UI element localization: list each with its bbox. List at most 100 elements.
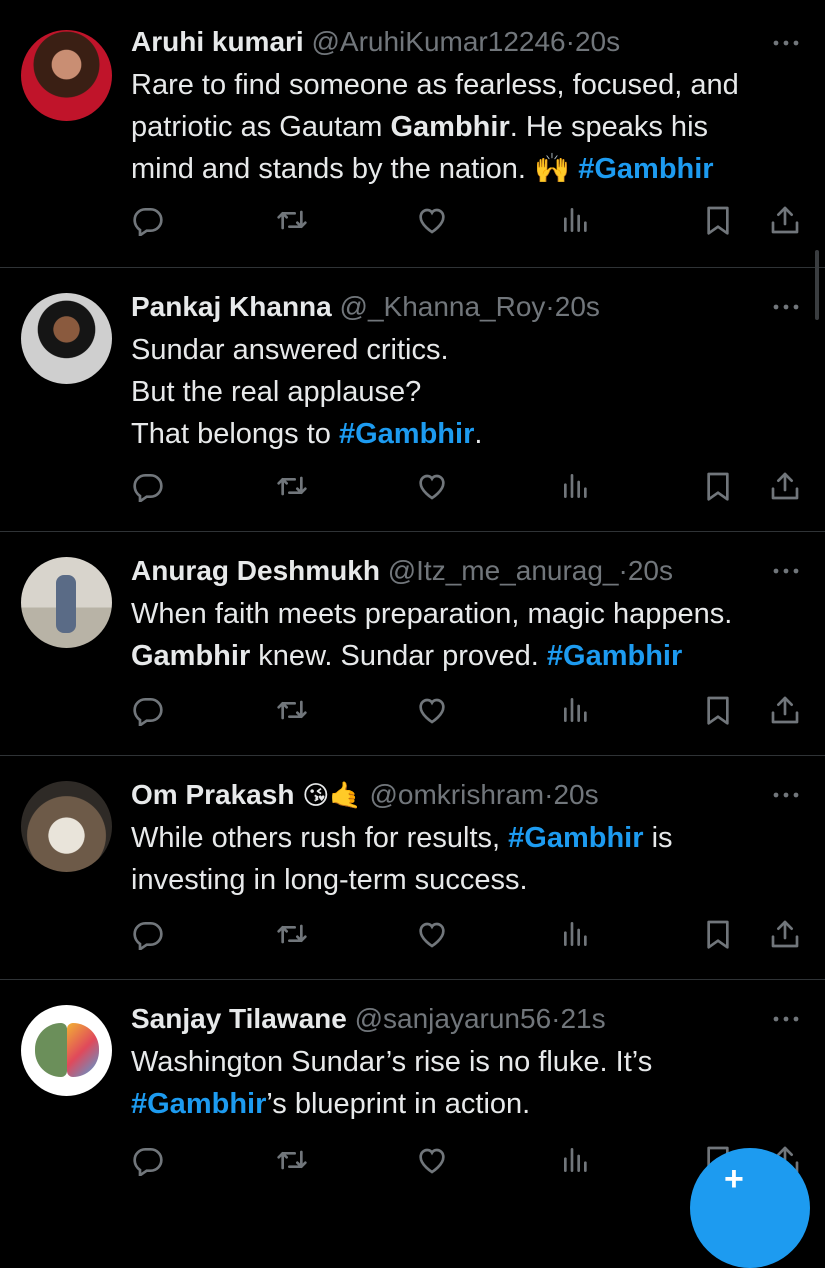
text-segment: is <box>643 822 673 854</box>
action-bar <box>0 690 825 730</box>
tweet-text: Rare to find someone as fearless, focuse… <box>131 64 811 190</box>
text-segment: Sundar answered critics. <box>131 334 449 366</box>
hashtag-link[interactable]: #Gambhir <box>578 153 713 185</box>
more-icon[interactable] <box>769 561 803 581</box>
tweet-text: Sundar answered critics. But the real ap… <box>131 329 811 455</box>
timestamp[interactable]: 20s <box>575 26 620 57</box>
hashtag-link[interactable]: #Gambhir <box>339 418 474 450</box>
like-icon[interactable] <box>412 200 452 240</box>
display-name[interactable]: Anurag Deshmukh <box>131 555 380 586</box>
timestamp[interactable]: 20s <box>628 555 673 586</box>
hashtag-link[interactable]: #Gambhir <box>508 822 643 854</box>
more-icon[interactable] <box>769 1009 803 1029</box>
text-segment: investing in long-term success. <box>131 864 528 896</box>
views-icon[interactable] <box>556 1140 596 1180</box>
avatar[interactable] <box>21 781 112 872</box>
avatar-brain-right <box>67 1023 99 1077</box>
timestamp[interactable]: 20s <box>555 291 600 322</box>
action-bar <box>0 200 825 240</box>
text-segment: patriotic as Gautam <box>131 111 391 143</box>
reply-icon[interactable] <box>128 914 168 954</box>
share-icon[interactable] <box>765 200 805 240</box>
hashtag-link[interactable]: #Gambhir <box>547 640 682 672</box>
retweet-icon[interactable] <box>272 200 312 240</box>
like-icon[interactable] <box>412 690 452 730</box>
hashtag-link[interactable]: #Gambhir <box>131 1088 266 1120</box>
text-line: While others rush for results, #Gambhir … <box>131 817 811 859</box>
tweet-text: When faith meets preparation, magic happ… <box>131 593 811 677</box>
views-icon[interactable] <box>556 200 596 240</box>
user-handle[interactable]: @sanjayarun56 <box>355 1003 552 1034</box>
avatar[interactable] <box>21 293 112 384</box>
like-icon[interactable] <box>412 1140 452 1180</box>
tweet[interactable]: Aruhi kumari @AruhiKumar12246·20s Rare t… <box>0 0 825 268</box>
text-line: mind and stands by the nation. 🙌 #Gambhi… <box>131 148 811 190</box>
tweet-text: While others rush for results, #Gambhir … <box>131 817 811 901</box>
views-icon[interactable] <box>556 690 596 730</box>
like-icon[interactable] <box>412 914 452 954</box>
retweet-icon[interactable] <box>272 1140 312 1180</box>
timestamp[interactable]: 20s <box>553 779 598 810</box>
text-line: Washington Sundar’s rise is no fluke. It… <box>131 1041 811 1083</box>
text-segment: . <box>474 418 483 450</box>
text-segment: mind and stands by the nation. 🙌 <box>131 153 579 185</box>
avatar[interactable] <box>21 1005 112 1096</box>
like-icon[interactable] <box>412 466 452 506</box>
bookmark-icon[interactable] <box>698 466 738 506</box>
timestamp[interactable]: 21s <box>560 1003 605 1034</box>
user-handle[interactable]: @Itz_me_anurag_ <box>388 555 619 586</box>
scrollbar[interactable] <box>815 250 819 320</box>
display-name[interactable]: Pankaj Khanna <box>131 291 332 322</box>
bold-keyword: Gambhir <box>390 111 510 143</box>
views-icon[interactable] <box>556 914 596 954</box>
user-handle[interactable]: @AruhiKumar12246 <box>311 26 565 57</box>
avatar[interactable] <box>21 30 112 121</box>
retweet-icon[interactable] <box>272 466 312 506</box>
reply-icon[interactable] <box>128 200 168 240</box>
tweet[interactable]: Anurag Deshmukh @Itz_me_anurag_·20s When… <box>0 532 825 756</box>
text-segment: Rare to find someone as fearless, focuse… <box>131 69 739 101</box>
tweet[interactable]: Om Prakash 😘🤙 @omkrishram·20s While othe… <box>0 756 825 980</box>
display-name[interactable]: Om Prakash <box>131 779 294 810</box>
reply-icon[interactable] <box>128 690 168 730</box>
bookmark-icon[interactable] <box>698 200 738 240</box>
user-handle[interactable]: @omkrishram <box>369 779 544 810</box>
reply-icon[interactable] <box>128 466 168 506</box>
display-name[interactable]: Aruhi kumari <box>131 26 304 57</box>
compose-button[interactable]: + <box>690 1148 810 1268</box>
user-handle[interactable]: @_Khanna_Roy <box>340 291 546 322</box>
bookmark-icon[interactable] <box>698 690 738 730</box>
text-segment: But the real applause? <box>131 376 422 408</box>
text-line: That belongs to #Gambhir. <box>131 413 811 455</box>
share-icon[interactable] <box>765 690 805 730</box>
bold-keyword: Gambhir <box>131 640 251 672</box>
text-line: #Gambhir’s blueprint in action. <box>131 1083 811 1125</box>
tweet[interactable]: Pankaj Khanna @_Khanna_Roy·20s Sundar an… <box>0 268 825 532</box>
text-line: Rare to find someone as fearless, focuse… <box>131 64 811 106</box>
text-segment: . He speaks his <box>509 111 709 143</box>
text-segment: When faith meets preparation, magic happ… <box>131 598 733 630</box>
text-line: Sundar answered critics. <box>131 329 811 371</box>
separator-dot: · <box>565 26 575 57</box>
tweet[interactable]: Sanjay Tilawane @sanjayarun56·21s Washin… <box>0 980 825 1200</box>
text-segment: That belongs to <box>131 418 339 450</box>
reply-icon[interactable] <box>128 1140 168 1180</box>
more-icon[interactable] <box>769 785 803 805</box>
retweet-icon[interactable] <box>272 914 312 954</box>
text-line: Gambhir knew. Sundar proved. #Gambhir <box>131 635 811 677</box>
avatar-figure <box>56 575 76 633</box>
more-icon[interactable] <box>769 297 803 317</box>
more-icon[interactable] <box>769 33 803 53</box>
retweet-icon[interactable] <box>272 690 312 730</box>
action-bar <box>0 466 825 506</box>
avatar[interactable] <box>21 557 112 648</box>
display-name[interactable]: Sanjay Tilawane <box>131 1003 347 1034</box>
text-line: investing in long-term success. <box>131 859 811 901</box>
text-line: But the real applause? <box>131 371 811 413</box>
text-line: When faith meets preparation, magic happ… <box>131 593 811 635</box>
views-icon[interactable] <box>556 466 596 506</box>
text-line: patriotic as Gautam Gambhir. He speaks h… <box>131 106 811 148</box>
share-icon[interactable] <box>765 466 805 506</box>
bookmark-icon[interactable] <box>698 914 738 954</box>
share-icon[interactable] <box>765 914 805 954</box>
